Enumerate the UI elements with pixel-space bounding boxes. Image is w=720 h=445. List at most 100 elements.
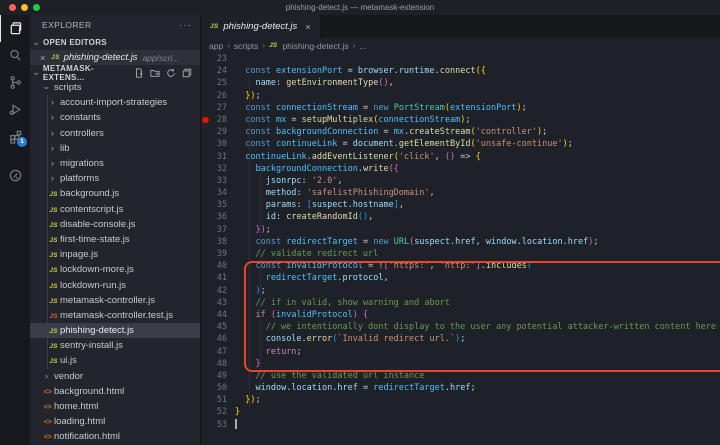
sidebar-item-lockdown-run.js[interactable]: JSlockdown-run.js [30,277,200,292]
breakpoint-icon[interactable] [202,117,209,124]
source-control-icon[interactable] [0,69,30,96]
breadcrumb-item[interactable]: phishing-detect.js [282,41,348,51]
line-number-45[interactable]: 45 [201,321,235,333]
sidebar-item-scripts[interactable]: ›scripts [30,80,200,95]
workspace-header[interactable]: › METAMASK-EXTENS... [30,65,200,80]
sidebar-item-inpage.js[interactable]: JSinpage.js [30,247,200,262]
sidebar-item-first-time-state.js[interactable]: JSfirst-time-state.js [30,232,200,247]
code-line-53[interactable] [235,419,720,431]
collapse-folders-icon[interactable] [182,68,192,78]
line-number-43[interactable]: 43 [201,297,235,309]
sidebar-item-constants[interactable]: ›constants [30,110,200,125]
close-editor-icon[interactable]: × [40,53,45,63]
code-line-37[interactable]: }); [235,224,720,236]
line-number-44[interactable]: 44 [201,309,235,321]
line-number-35[interactable]: 35 [201,199,235,211]
code-line-28[interactable]: const mx = setupMultiplex(connectionStre… [235,114,720,126]
sidebar-item-ui.js[interactable]: JSui.js [30,353,200,368]
sidebar-item-phishing-detect.js[interactable]: JSphishing-detect.js [30,323,200,338]
tab-phishing-detect[interactable]: JS phishing-detect.js × [201,15,321,38]
line-number-23[interactable]: 23 [201,53,235,65]
code-line-50[interactable]: window.location.href = redirectTarget.hr… [235,382,720,394]
more-actions-icon[interactable]: ··· [179,20,192,31]
breadcrumb-item[interactable]: ... [359,41,366,51]
line-number-27[interactable]: 27 [201,102,235,114]
new-file-icon[interactable] [134,68,144,78]
refresh-explorer-icon[interactable] [166,68,176,78]
line-number-31[interactable]: 31 [201,151,235,163]
code-area[interactable]: 2324252627282930313233343536373839404142… [201,53,720,445]
line-number-29[interactable]: 29 [201,126,235,138]
line-number-48[interactable]: 48 [201,358,235,370]
line-number-42[interactable]: 42 [201,285,235,297]
sidebar-item-platforms[interactable]: ›platforms [30,171,200,186]
line-number-24[interactable]: 24 [201,65,235,77]
line-number-47[interactable]: 47 [201,346,235,358]
code-line-24[interactable]: const extensionPort = browser.runtime.co… [235,65,720,77]
gutter[interactable]: 2324252627282930313233343536373839404142… [201,53,235,431]
line-number-40[interactable]: 40 [201,260,235,272]
line-number-41[interactable]: 41 [201,272,235,284]
sidebar-item-lockdown-more.js[interactable]: JSlockdown-more.js [30,262,200,277]
new-folder-icon[interactable] [150,68,160,78]
code-line-29[interactable]: const backgroundConnection = mx.createSt… [235,126,720,138]
code-line-34[interactable]: method: 'safelistPhishingDomain', [235,187,720,199]
line-number-34[interactable]: 34 [201,187,235,199]
plugin-icon[interactable] [0,162,30,189]
breadcrumb-item[interactable]: scripts [234,41,259,51]
sidebar-item-background.html[interactable]: <>background.html [30,384,200,399]
line-number-36[interactable]: 36 [201,211,235,223]
code-line-27[interactable]: const connectionStream = new PortStream(… [235,102,720,114]
open-editors-header[interactable]: › OPEN EDITORS [30,35,200,50]
tab-close-icon[interactable]: × [305,22,310,32]
minimize-window-button[interactable] [21,4,28,11]
line-number-38[interactable]: 38 [201,236,235,248]
run-debug-icon[interactable] [0,96,30,123]
code-line-30[interactable]: const continueLink = document.getElement… [235,138,720,150]
code-line-52[interactable]: } [235,406,720,418]
code-line-25[interactable]: name: getEnvironmentType(), [235,77,720,89]
line-number-46[interactable]: 46 [201,333,235,345]
line-number-37[interactable]: 37 [201,224,235,236]
sidebar-item-notification.html[interactable]: <>notification.html [30,429,200,444]
extensions-icon[interactable]: 1 [0,123,30,150]
code-line-31[interactable]: continueLink.addEventListener('click', (… [235,151,720,163]
search-icon[interactable] [0,42,30,69]
sidebar-item-vendor[interactable]: ›vendor [30,369,200,384]
code-line-38[interactable]: const redirectTarget = new URL(suspect.h… [235,236,720,248]
explorer-icon[interactable] [0,15,30,42]
line-number-30[interactable]: 30 [201,138,235,150]
sidebar-item-lib[interactable]: ›lib [30,141,200,156]
sidebar-item-contentscript.js[interactable]: JScontentscript.js [30,202,200,217]
line-number-28[interactable]: 28 [201,114,235,126]
code-line-26[interactable]: }); [235,90,720,102]
close-window-button[interactable] [9,4,16,11]
line-number-50[interactable]: 50 [201,382,235,394]
sidebar-item-loading.html[interactable]: <>loading.html [30,414,200,429]
sidebar-item-home.html[interactable]: <>home.html [30,399,200,414]
sidebar-item-background.js[interactable]: JSbackground.js [30,186,200,201]
breadcrumb-item[interactable]: app [209,41,223,51]
code-line-23[interactable] [235,53,720,65]
sidebar-item-migrations[interactable]: ›migrations [30,156,200,171]
line-number-52[interactable]: 52 [201,406,235,418]
sidebar-item-metamask-controller.test.js[interactable]: JSmetamask-controller.test.js [30,308,200,323]
line-number-26[interactable]: 26 [201,90,235,102]
code-line-33[interactable]: jsonrpc: '2.0', [235,175,720,187]
code-line-36[interactable]: id: createRandomId(), [235,211,720,223]
line-number-39[interactable]: 39 [201,248,235,260]
code-line-51[interactable]: }); [235,394,720,406]
sidebar-item-sentry-install.js[interactable]: JSsentry-install.js [30,338,200,353]
line-number-49[interactable]: 49 [201,370,235,382]
sidebar-item-controllers[interactable]: ›controllers [30,126,200,141]
sidebar-item-account-import-strategies[interactable]: ›account-import-strategies [30,95,200,110]
code-line-35[interactable]: params: [suspect.hostname], [235,199,720,211]
zoom-window-button[interactable] [33,4,40,11]
sidebar-item-disable-console.js[interactable]: JSdisable-console.js [30,217,200,232]
line-number-32[interactable]: 32 [201,163,235,175]
line-number-51[interactable]: 51 [201,394,235,406]
code-line-39[interactable]: // validate redirect url [235,248,720,260]
sidebar-item-metamask-controller.js[interactable]: JSmetamask-controller.js [30,293,200,308]
line-number-53[interactable]: 53 [201,419,235,431]
code-lines[interactable]: const extensionPort = browser.runtime.co… [235,53,720,431]
